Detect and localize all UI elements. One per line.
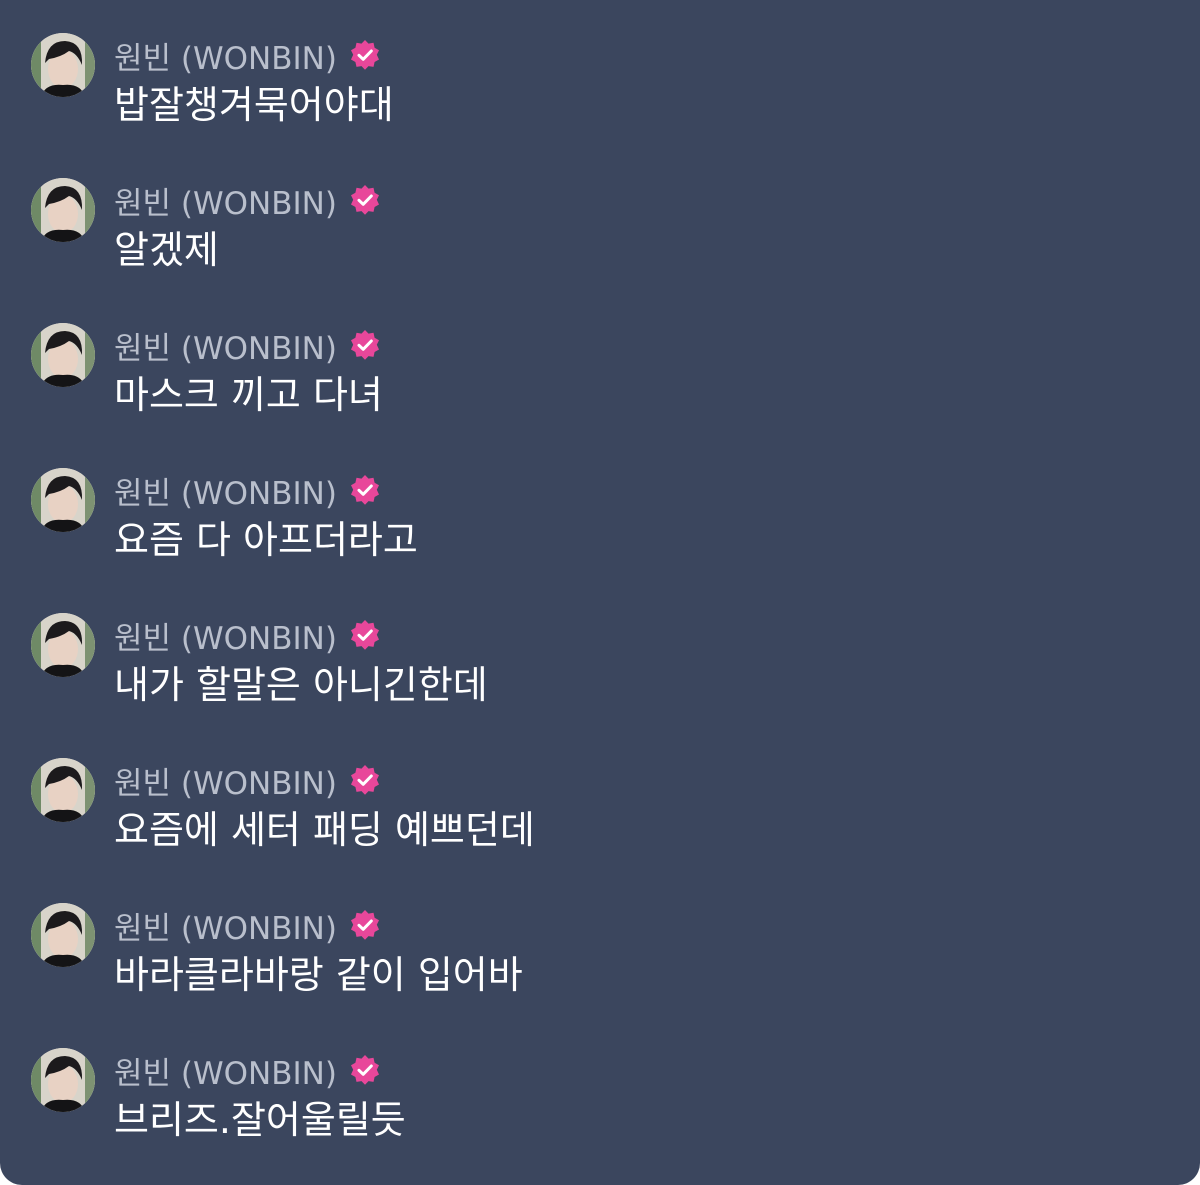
sender-name: 원빈 (WONBIN) — [114, 905, 381, 947]
message-text: 마스크 끼고 다녀 — [114, 373, 383, 417]
message-item: 원빈 (WONBIN) 밥잘챙겨묵어야대 — [0, 33, 1200, 173]
message-item: 원빈 (WONBIN) 알겠제 — [0, 178, 1200, 318]
sender-name: 원빈 (WONBIN) — [114, 1050, 381, 1092]
sender-name: 원빈 (WONBIN) — [114, 615, 381, 657]
sender-name-text: 원빈 (WONBIN) — [114, 1055, 337, 1092]
message-item: 원빈 (WONBIN) 요즘 다 아프더라고 — [0, 468, 1200, 608]
sender-name: 원빈 (WONBIN) — [114, 325, 381, 367]
sender-name-text: 원빈 (WONBIN) — [114, 330, 337, 367]
message-item: 원빈 (WONBIN) 마스크 끼고 다녀 — [0, 323, 1200, 463]
verified-badge-icon — [349, 619, 381, 651]
verified-badge-icon — [349, 329, 381, 361]
sender-name-text: 원빈 (WONBIN) — [114, 40, 337, 77]
message-text: 내가 할말은 아니긴한데 — [114, 663, 488, 707]
message-item: 원빈 (WONBIN) 요즘에 세터 패딩 예쁘던데 — [0, 758, 1200, 898]
avatar[interactable] — [31, 758, 95, 822]
message-text: 요즘에 세터 패딩 예쁘던데 — [114, 808, 535, 852]
message-text: 알겠제 — [114, 228, 219, 272]
message-text: 브리즈.잘어울릴듯 — [114, 1098, 406, 1142]
message-item: 원빈 (WONBIN) 내가 할말은 아니긴한데 — [0, 613, 1200, 753]
sender-name-text: 원빈 (WONBIN) — [114, 910, 337, 947]
verified-badge-icon — [349, 909, 381, 941]
sender-name-text: 원빈 (WONBIN) — [114, 620, 337, 657]
sender-name-text: 원빈 (WONBIN) — [114, 185, 337, 222]
verified-badge-icon — [349, 39, 381, 71]
avatar[interactable] — [31, 903, 95, 967]
chat-panel: 원빈 (WONBIN) 밥잘챙겨묵어야대 원빈 (WONBIN) 알겠제 원빈 … — [0, 0, 1200, 1185]
message-text: 밥잘챙겨묵어야대 — [114, 83, 394, 127]
avatar[interactable] — [31, 33, 95, 97]
sender-name-text: 원빈 (WONBIN) — [114, 765, 337, 802]
verified-badge-icon — [349, 1054, 381, 1086]
message-text: 바라클라바랑 같이 입어바 — [114, 953, 523, 997]
avatar[interactable] — [31, 323, 95, 387]
avatar[interactable] — [31, 613, 95, 677]
verified-badge-icon — [349, 184, 381, 216]
verified-badge-icon — [349, 474, 381, 506]
sender-name: 원빈 (WONBIN) — [114, 180, 381, 222]
avatar[interactable] — [31, 178, 95, 242]
avatar[interactable] — [31, 1048, 95, 1112]
sender-name-text: 원빈 (WONBIN) — [114, 475, 337, 512]
verified-badge-icon — [349, 764, 381, 796]
message-text: 요즘 다 아프더라고 — [114, 518, 418, 562]
sender-name: 원빈 (WONBIN) — [114, 470, 381, 512]
sender-name: 원빈 (WONBIN) — [114, 35, 381, 77]
message-item: 원빈 (WONBIN) 브리즈.잘어울릴듯 — [0, 1048, 1200, 1185]
message-item: 원빈 (WONBIN) 바라클라바랑 같이 입어바 — [0, 903, 1200, 1043]
sender-name: 원빈 (WONBIN) — [114, 760, 381, 802]
avatar[interactable] — [31, 468, 95, 532]
